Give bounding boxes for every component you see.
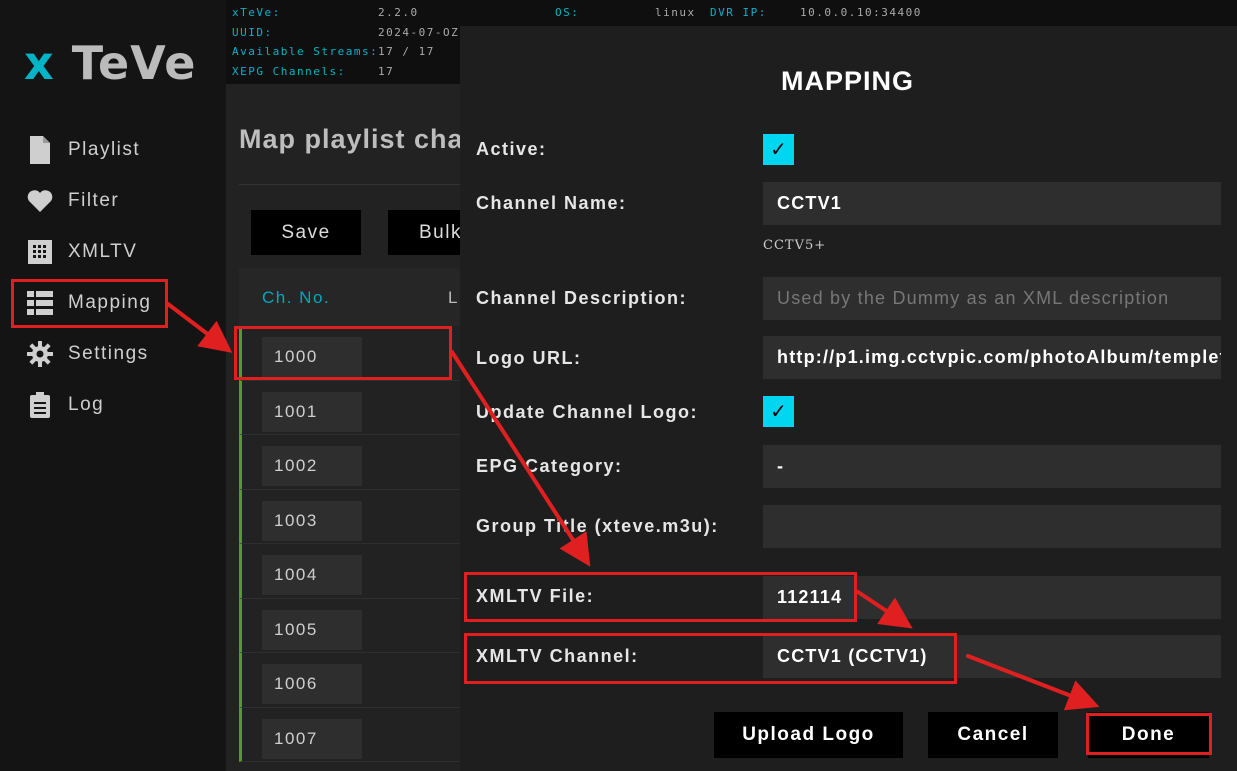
channel-name-input[interactable]: CCTV1 xyxy=(763,182,1221,225)
channel-number-input[interactable]: 1007 xyxy=(262,718,362,759)
sidebar-item-filter[interactable]: Filter xyxy=(26,184,119,218)
divider xyxy=(239,184,469,185)
sidebar: x TeVe Playlist Filter XMLTV Mapping Set… xyxy=(0,0,226,771)
xmltv-file-label: XMLTV File: xyxy=(476,586,595,606)
logo-url-input[interactable]: http://p1.img.cctvpic.com/photoAlbum/tem… xyxy=(763,336,1221,379)
table-row[interactable]: 1006 xyxy=(239,653,469,708)
xmltv-channel-label: XMLTV Channel: xyxy=(476,646,639,666)
cancel-button[interactable]: Cancel xyxy=(928,712,1058,758)
channel-table: 1000 1001 1002 1003 1004 1005 1006 1007 xyxy=(239,326,469,762)
list-icon xyxy=(26,289,54,317)
mapping-modal: MAPPING Active: ✓ Channel Name: CCTV1 CC… xyxy=(460,26,1237,771)
sidebar-item-mapping[interactable]: Mapping xyxy=(26,286,151,320)
channel-number-input[interactable]: 1002 xyxy=(262,446,362,486)
table-row[interactable]: 1003 xyxy=(239,489,469,544)
status-uuid: UUID: 2024-07-OZ xyxy=(232,26,460,39)
channel-description-input[interactable]: Used by the Dummy as an XML description xyxy=(763,277,1221,320)
column-header-chno[interactable]: Ch. No. xyxy=(262,288,330,308)
table-row[interactable]: 1000 xyxy=(239,326,469,381)
grid-icon xyxy=(26,238,54,266)
heart-icon xyxy=(26,187,54,215)
sidebar-item-playlist[interactable]: Playlist xyxy=(26,133,140,167)
sidebar-item-label: Filter xyxy=(68,190,120,211)
save-button[interactable]: Save xyxy=(251,210,361,255)
gear-icon xyxy=(26,340,54,368)
table-row[interactable]: 1001 xyxy=(239,380,469,435)
table-row[interactable]: 1004 xyxy=(239,544,469,599)
table-row[interactable]: 1007 xyxy=(239,707,469,762)
sidebar-item-log[interactable]: Log xyxy=(26,388,104,422)
update-logo-label: Update Channel Logo: xyxy=(476,402,698,422)
status-dvr-ip: DVR IP: 10.0.0.10:34400 xyxy=(710,6,922,19)
channel-name-hint: CCTV5+ xyxy=(763,238,827,253)
column-header-logo[interactable]: L xyxy=(448,288,459,308)
update-logo-checkbox[interactable]: ✓ xyxy=(763,396,794,427)
sidebar-item-xmltv[interactable]: XMLTV xyxy=(26,235,137,269)
upload-logo-button[interactable]: Upload Logo xyxy=(714,712,903,758)
logo-url-label: Logo URL: xyxy=(476,348,582,368)
active-checkbox[interactable]: ✓ xyxy=(763,134,794,165)
page-title: Map playlist cha xyxy=(239,124,464,154)
channel-number-input[interactable]: 1006 xyxy=(262,664,362,704)
group-title-input[interactable] xyxy=(763,505,1221,548)
sidebar-item-label: Settings xyxy=(68,343,149,364)
sidebar-item-label: Playlist xyxy=(68,139,141,160)
sidebar-item-label: Mapping xyxy=(68,292,152,313)
epg-category-label: EPG Category: xyxy=(476,456,623,476)
status-streams: Available Streams: 17 / 17 xyxy=(232,45,435,58)
sidebar-item-label: Log xyxy=(68,394,105,415)
status-xepg: XEPG Channels: 17 xyxy=(232,65,395,78)
group-title-label: Group Title (xteve.m3u): xyxy=(476,516,719,536)
app-logo: x TeVe xyxy=(24,36,197,90)
clipboard-icon xyxy=(26,391,54,419)
channel-number-input[interactable]: 1004 xyxy=(262,555,362,595)
sidebar-item-settings[interactable]: Settings xyxy=(26,337,149,371)
xmltv-file-select[interactable]: 112114 xyxy=(763,576,1221,619)
status-os: OS: linux xyxy=(555,6,696,19)
table-row[interactable]: 1002 xyxy=(239,435,469,490)
xmltv-channel-select[interactable]: CCTV1 (CCTV1) xyxy=(763,635,1221,678)
active-label: Active: xyxy=(476,139,547,159)
channel-number-input[interactable]: 1001 xyxy=(262,391,362,432)
bulk-edit-button[interactable]: Bulk xyxy=(388,210,469,255)
channel-number-input[interactable]: 1003 xyxy=(262,500,362,541)
channel-description-label: Channel Description: xyxy=(476,288,688,308)
channel-number-input[interactable]: 1005 xyxy=(262,609,362,650)
channel-number-input[interactable]: 1000 xyxy=(262,337,362,377)
done-button[interactable]: Done xyxy=(1088,712,1209,758)
table-header: Ch. No. L xyxy=(239,268,469,326)
sidebar-item-label: XMLTV xyxy=(68,241,138,262)
modal-title: MAPPING xyxy=(780,66,914,96)
table-row[interactable]: 1005 xyxy=(239,598,469,653)
status-version: xTeVe: 2.2.0 xyxy=(232,6,419,19)
channel-name-label: Channel Name: xyxy=(476,193,627,213)
epg-category-select[interactable]: - xyxy=(763,445,1221,488)
document-icon xyxy=(26,136,54,164)
